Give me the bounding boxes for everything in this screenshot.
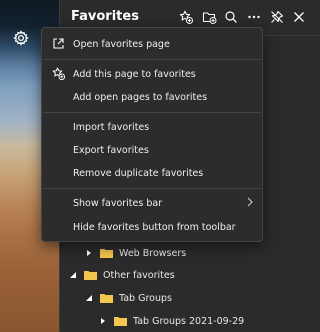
search-icon[interactable] [222,8,240,26]
menu-item-label: Show favorites bar [73,197,163,209]
folder-icon [114,316,127,326]
panel-title: Favorites [71,9,139,24]
menu-item-label: Hide favorites button from toolbar [73,221,236,233]
menu-item-remove-duplicates[interactable]: Remove duplicate favorites [42,162,262,184]
folder-icon [100,248,113,258]
folder-icon [100,293,113,303]
menu-item-label: Open favorites page [73,38,170,50]
gear-icon[interactable] [13,30,29,46]
pin-icon[interactable] [268,8,286,26]
expand-caret-icon[interactable] [98,316,108,326]
favorites-more-menu: Open favorites page Add this page to fav… [41,27,263,242]
open-external-icon [52,37,65,50]
collapse-caret-icon[interactable] [84,293,94,303]
tree-row-label: Tab Groups [119,292,172,304]
menu-separator [43,188,261,189]
tree-row-web-browsers[interactable]: Web Browsers [60,242,320,264]
tree-row-tab-groups-2021[interactable]: Tab Groups 2021-09-29 [60,310,320,332]
menu-separator [43,112,261,113]
add-favorite-icon [52,67,66,81]
menu-item-label: Import favorites [73,121,150,133]
menu-item-hide-favorites-button[interactable]: Hide favorites button from toolbar [42,216,262,238]
menu-item-add-this-page[interactable]: Add this page to favorites [42,63,262,85]
menu-item-label: Remove duplicate favorites [73,167,204,179]
close-icon[interactable] [290,8,308,26]
folder-icon [84,270,97,280]
menu-separator [43,59,261,60]
menu-item-export-favorites[interactable]: Export favorites [42,139,262,161]
tree-row-label: Other favorites [103,269,175,281]
more-icon[interactable] [245,8,263,26]
tree-row-label: Tab Groups 2021-09-29 [133,315,245,327]
menu-item-open-favorites-page[interactable]: Open favorites page [42,33,262,55]
add-folder-icon[interactable] [200,8,218,26]
tree-row-label: Web Browsers [119,247,187,259]
menu-item-show-favorites-bar[interactable]: Show favorites bar [42,192,262,214]
menu-item-label: Add this page to favorites [73,68,196,80]
expand-caret-icon[interactable] [84,248,94,258]
menu-item-label: Export favorites [73,144,149,156]
menu-item-label: Add open pages to favorites [73,91,208,103]
add-favorite-icon[interactable] [177,8,195,26]
tree-row-other-favorites[interactable]: Other favorites [60,264,320,286]
menu-item-add-open-pages[interactable]: Add open pages to favorites [42,86,262,108]
chevron-right-icon [246,197,254,207]
collapse-caret-icon[interactable] [68,270,78,280]
tree-row-tab-groups[interactable]: Tab Groups [60,287,320,309]
menu-item-import-favorites[interactable]: Import favorites [42,116,262,138]
